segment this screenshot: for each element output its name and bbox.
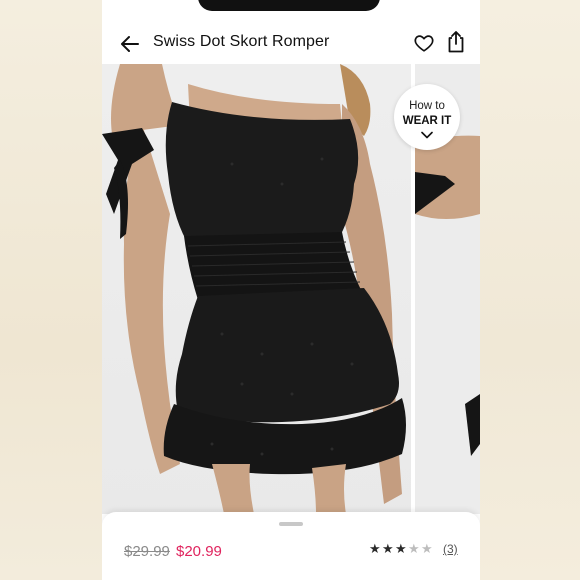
review-count-link[interactable]: (3) (443, 542, 458, 556)
nav-bar: Swiss Dot Skort Romper (102, 24, 480, 64)
product-image[interactable] (102, 64, 411, 514)
app-screen: Swiss Dot Skort Romper How to WEAR IT $2… (102, 0, 480, 580)
product-info-sheet[interactable]: $29.99 $20.99 ★ ★ ★ ★ ★ (3) (102, 512, 480, 580)
chevron-down-icon (421, 131, 433, 139)
page-title: Swiss Dot Skort Romper (153, 33, 330, 50)
star-filled-icon: ★ (395, 541, 407, 556)
star-empty-icon: ★ (408, 541, 420, 556)
arrow-left-icon[interactable] (118, 32, 142, 56)
star-filled-icon: ★ (382, 541, 394, 556)
rating-stars[interactable]: ★ ★ ★ ★ ★ (369, 542, 434, 555)
sheet-drag-handle[interactable] (279, 522, 303, 526)
sale-price: $20.99 (176, 543, 222, 560)
star-empty-icon: ★ (421, 541, 433, 556)
star-filled-icon: ★ (369, 541, 381, 556)
dynamic-island (198, 0, 380, 11)
how-to-wear-button[interactable]: How to WEAR IT (394, 84, 460, 150)
heart-icon[interactable] (413, 32, 435, 54)
wear-it-label: WEAR IT (402, 115, 452, 127)
share-icon[interactable] (445, 30, 467, 54)
background-right (480, 0, 580, 580)
original-price: $29.99 (124, 543, 170, 560)
how-to-label: How to (409, 100, 445, 112)
background-left (0, 0, 102, 580)
romper-photo (102, 64, 406, 514)
